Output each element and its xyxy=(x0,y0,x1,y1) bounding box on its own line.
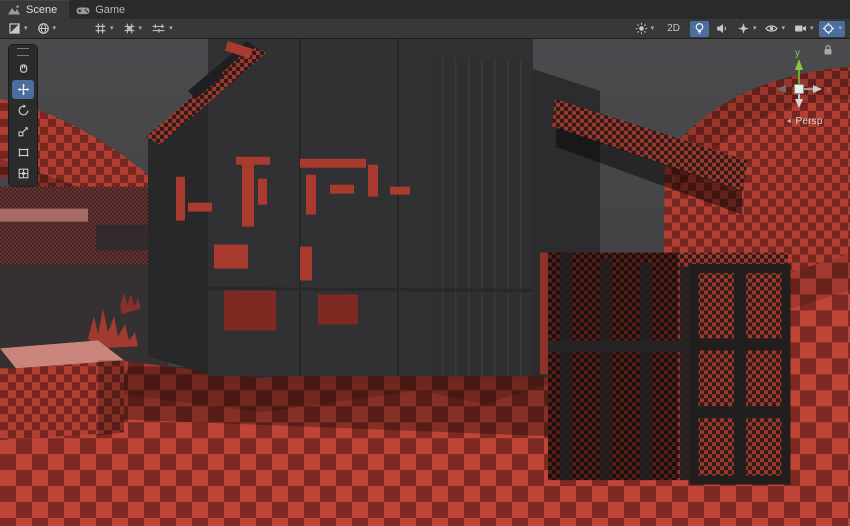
light-settings-toggle[interactable] xyxy=(690,21,709,37)
tool-scale-button[interactable] xyxy=(12,122,34,141)
scale-tool-icon xyxy=(17,125,30,138)
caret-down-icon: ▾ xyxy=(110,25,114,32)
rect-tool-icon xyxy=(17,146,30,159)
sun-icon xyxy=(635,22,648,35)
snap-increment-dropdown[interactable]: ▾ xyxy=(148,21,176,37)
axis-gizmo-icon: y x xyxy=(769,47,839,113)
game-tab-icon xyxy=(76,4,90,16)
tab-game[interactable]: Game xyxy=(69,0,137,19)
camera-icon xyxy=(794,22,807,35)
scene-visibility-dropdown[interactable]: ▾ xyxy=(762,21,788,37)
snap-increment-icon xyxy=(151,22,166,35)
persp-arrow-icon: ◄ xyxy=(785,118,792,125)
scene-render xyxy=(0,39,850,526)
view-tab-bar: Scene Game xyxy=(0,0,850,19)
grid-visibility-dropdown[interactable]: ▾ xyxy=(91,21,117,37)
scene-tab-icon xyxy=(7,4,21,16)
grid-snapping-dropdown[interactable]: ▾ xyxy=(120,21,146,37)
2d-toggle-button[interactable]: 2D xyxy=(660,21,687,37)
gizmos-dropdown[interactable]: ▾ xyxy=(819,21,845,37)
effects-dropdown[interactable]: ▾ xyxy=(734,21,760,37)
overlay-drag-handle[interactable] xyxy=(17,48,29,56)
persp-text: Persp xyxy=(796,116,823,127)
caret-down-icon: ▾ xyxy=(810,25,814,32)
draw-mode-dropdown[interactable]: ▾ xyxy=(5,21,31,37)
caret-down-icon: ▾ xyxy=(139,25,143,32)
scene-lighting-dropdown[interactable]: ▾ xyxy=(632,21,658,37)
tool-rect-button[interactable] xyxy=(12,143,34,162)
render-debug-dropdown[interactable]: ▾ xyxy=(34,21,60,37)
tools-overlay xyxy=(8,44,38,187)
caret-down-icon: ▾ xyxy=(753,25,757,32)
rotate-tool-icon xyxy=(17,104,30,117)
tool-transform-button[interactable] xyxy=(12,164,34,183)
2d-label: 2D xyxy=(663,23,684,34)
axis-y-label: y xyxy=(795,48,800,59)
tool-view-hand-button[interactable] xyxy=(12,59,34,78)
visibility-eye-icon xyxy=(765,22,778,35)
audio-toggle[interactable] xyxy=(712,21,731,37)
caret-down-icon: ▾ xyxy=(169,25,173,32)
scene-view-toolbar: ▾ ▾ ▾ ▾ xyxy=(0,19,850,39)
camera-settings-dropdown[interactable]: ▾ xyxy=(791,21,817,37)
tab-game-label: Game xyxy=(95,4,125,16)
unity-editor-window: Scene Game ▾ ▾ xyxy=(0,0,850,526)
caret-down-icon: ▾ xyxy=(781,25,785,32)
tool-move-button[interactable] xyxy=(12,80,34,99)
globe-icon xyxy=(37,22,50,35)
effects-star-icon xyxy=(737,22,750,35)
orientation-gizmo[interactable]: y x ◄ Persp xyxy=(768,47,840,127)
transform-tool-icon xyxy=(17,167,30,180)
hand-tool-icon xyxy=(17,62,30,75)
lightbulb-icon xyxy=(693,22,706,35)
shaded-draw-mode-icon xyxy=(8,22,21,35)
tab-scene[interactable]: Scene xyxy=(0,0,69,19)
caret-down-icon: ▾ xyxy=(651,25,655,32)
caret-down-icon: ▾ xyxy=(53,25,57,32)
tab-scene-label: Scene xyxy=(26,4,57,16)
axis-x-label: x xyxy=(826,85,831,96)
grid-icon xyxy=(94,22,107,35)
projection-label[interactable]: ◄ Persp xyxy=(768,116,840,127)
gizmos-crosshair-icon xyxy=(822,22,835,35)
tool-rotate-button[interactable] xyxy=(12,101,34,120)
caret-down-icon: ▾ xyxy=(838,25,842,32)
speaker-icon xyxy=(715,22,728,35)
caret-down-icon: ▾ xyxy=(24,25,28,32)
scene-viewport[interactable]: y x ◄ Persp xyxy=(0,39,850,526)
grid-snap-icon xyxy=(123,22,136,35)
move-tool-icon xyxy=(17,83,30,96)
